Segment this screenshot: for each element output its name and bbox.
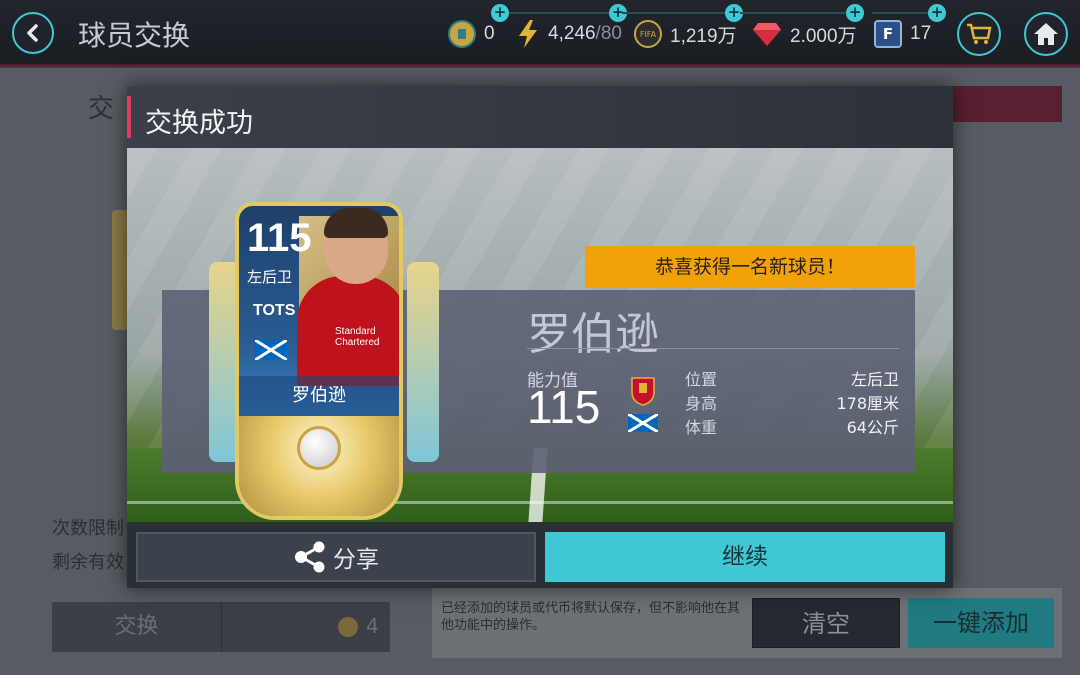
- lightning-icon: [519, 20, 537, 48]
- add-all-button[interactable]: 一键添加: [908, 598, 1054, 648]
- stat-height-label: 身高: [685, 394, 718, 413]
- fifa-points-value: 17: [910, 23, 932, 44]
- background-panel-header: [952, 86, 1062, 122]
- stat-weight-value: 64公斤: [846, 418, 899, 437]
- player-name: 罗伯逊: [527, 309, 659, 360]
- exchange-limit-text: 次数限制: [52, 518, 124, 539]
- token-plus-button[interactable]: +: [491, 4, 509, 22]
- football-icon: [297, 426, 341, 470]
- back-button[interactable]: [12, 12, 54, 54]
- club-badge-icon: [631, 377, 655, 406]
- dialog-header: 交换成功: [127, 86, 953, 148]
- card-rating: 115: [247, 216, 312, 260]
- dialog-title: 交换成功: [145, 108, 253, 139]
- rating-value: 115: [527, 381, 601, 433]
- token-icon: [338, 617, 358, 637]
- stat-height-value: 178厘米: [836, 394, 899, 413]
- background-subtitle: 交: [88, 94, 115, 124]
- token-icon: [448, 20, 476, 48]
- reward-scene: 恭喜获得一名新球员！ 罗伯逊 能力值 115 位置 左后卫 身高 178厘米 体…: [127, 148, 953, 522]
- card-name: 罗伯逊: [239, 376, 399, 416]
- exchange-button[interactable]: 交换 4: [52, 602, 390, 652]
- save-note: 已经添加的球员或代币将默认保存，但不影响他在其他功能中的操作。: [441, 601, 741, 633]
- kit-sponsor: Standard Chartered: [335, 326, 380, 348]
- clear-button[interactable]: 清空: [752, 598, 900, 648]
- fifa-coin-icon: FIFA: [634, 20, 662, 48]
- card-position: 左后卫: [247, 268, 293, 286]
- back-icon: [27, 24, 38, 42]
- card-program: TOTS: [253, 302, 296, 319]
- scotland-flag-icon: [628, 414, 658, 432]
- shop-button[interactable]: [957, 12, 1001, 56]
- fifa-points-counter[interactable]: F 17 +: [872, 4, 946, 50]
- cart-icon: [967, 23, 992, 44]
- stamina-value: 4,246: [548, 23, 596, 44]
- share-label: 分享: [333, 547, 379, 573]
- token-counter[interactable]: 0 +: [448, 4, 560, 50]
- player-card-face: Standard Chartered 115 左后卫 TOTS 罗伯逊: [235, 202, 403, 520]
- congrats-banner: 恭喜获得一名新球员！: [585, 246, 915, 288]
- page-title: 球员交换: [78, 19, 191, 52]
- stamina-counter[interactable]: 4,246/80 +: [510, 4, 627, 50]
- gem-plus-button[interactable]: +: [846, 4, 864, 22]
- remaining-validity-text: 剩余有效: [52, 552, 124, 573]
- stat-position-label: 位置: [685, 370, 718, 389]
- exchange-success-dialog: 交换成功 恭喜获得一名新球员！ 罗伯逊 能力值 115 位置 左后卫 身高 17…: [127, 86, 953, 588]
- gem-value: 2.000万: [790, 25, 857, 47]
- player-card[interactable]: Standard Chartered 115 左后卫 TOTS 罗伯逊: [209, 202, 439, 522]
- fifa-points-plus-button[interactable]: +: [928, 4, 946, 22]
- stat-position-value: 左后卫: [850, 370, 899, 389]
- stat-weight-label: 体重: [685, 418, 718, 437]
- gem-icon: [753, 23, 781, 46]
- home-button[interactable]: [1024, 12, 1068, 56]
- home-icon: [1034, 23, 1058, 45]
- coin-value: 1,219万: [670, 25, 737, 47]
- top-bar: 球员交换 0 + 4,246/80 + FIFA 1,219万 + 2.000万…: [0, 0, 1080, 66]
- continue-button[interactable]: 继续: [545, 532, 945, 582]
- scotland-flag-icon: [255, 340, 287, 360]
- stamina-max: /80: [595, 23, 622, 44]
- gem-counter[interactable]: 2.000万 +: [740, 4, 864, 50]
- exchange-cost: 4: [366, 614, 379, 638]
- coin-counter[interactable]: FIFA 1,219万 +: [622, 4, 743, 50]
- share-icon: [295, 541, 325, 573]
- token-value: 0: [484, 23, 495, 44]
- exchange-button-label: 交换: [52, 602, 222, 652]
- share-button[interactable]: 分享: [136, 532, 536, 582]
- fifa-points-icon: F: [874, 20, 902, 48]
